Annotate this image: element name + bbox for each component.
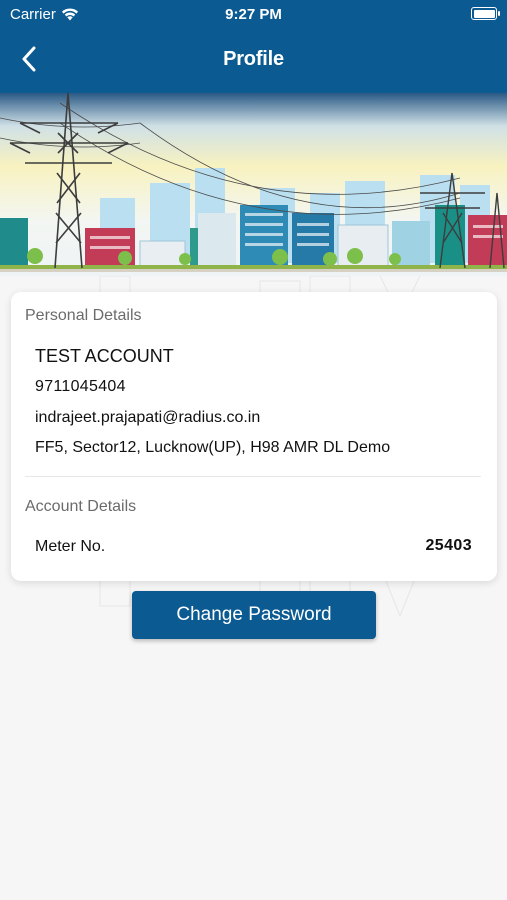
personal-details-heading: Personal Details: [25, 307, 142, 324]
navigation-bar: Profile: [0, 36, 507, 84]
battery-icon: [471, 7, 500, 20]
change-password-button[interactable]: Change Password: [132, 591, 376, 639]
account-details-heading: Account Details: [25, 498, 137, 515]
city-power-grid-illustration: [0, 93, 507, 276]
email-address: indrajeet.prajapati@radius.co.in: [35, 409, 261, 426]
status-time: 9:27 PM: [225, 6, 282, 23]
account-name: TEST ACCOUNT: [35, 346, 174, 366]
postal-address: FF5, Sector12, Lucknow(UP), H98 AMR DL D…: [35, 439, 391, 456]
section-divider: [25, 476, 481, 477]
phone-number: 9711045404: [35, 378, 126, 395]
status-bar: Carrier 9:27 PM: [0, 0, 507, 28]
meter-number-label: Meter No.: [35, 538, 106, 555]
profile-card: Personal Details TEST ACCOUNT 9711045404…: [11, 292, 497, 581]
meter-number-value: 25403: [425, 537, 472, 554]
page-title: Profile: [223, 48, 284, 70]
app-header: Carrier 9:27 PM Profile: [0, 0, 507, 93]
